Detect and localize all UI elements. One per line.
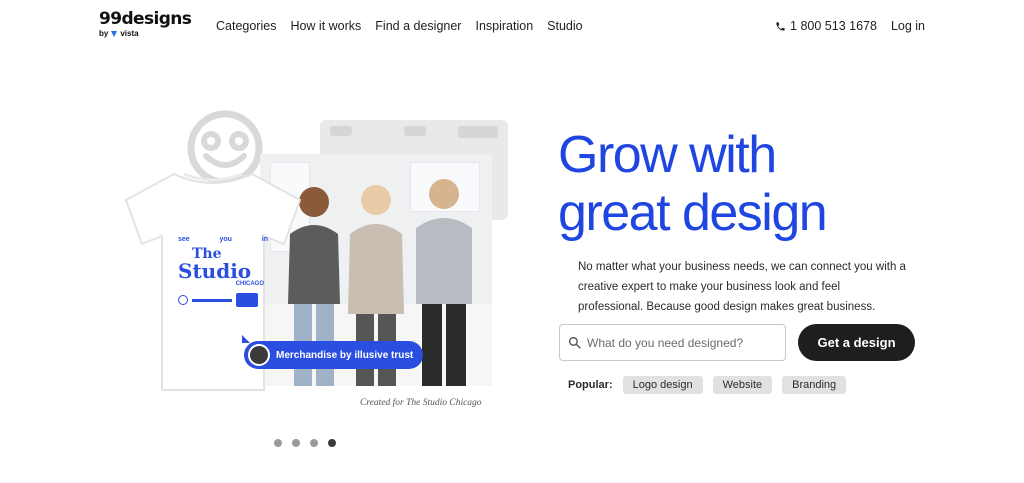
chip-pointer [242,335,250,343]
camera-icon [236,293,258,307]
tshirt-word-in: in [261,236,268,243]
tshirt-word-see: see [178,236,190,243]
avatar [248,344,270,366]
tshirt-print: see you in The Studio CHICAGO [178,236,268,307]
tshirt-studio: Studio [178,259,252,283]
logo[interactable]: 99designs by vista [99,9,192,38]
tag-website[interactable]: Website [712,376,773,394]
carousel-dot-active[interactable] [328,439,336,447]
nav-inspiration[interactable]: Inspiration [475,19,533,33]
login-link[interactable]: Log in [891,19,925,33]
search-icon [568,336,581,349]
image-caption: Created for The Studio Chicago [360,398,482,408]
phone-link[interactable]: 1 800 513 1678 [775,19,877,33]
phone-icon [775,21,786,32]
tag-branding[interactable]: Branding [782,376,847,394]
headline-line-2: great design [558,184,828,242]
carousel-dot[interactable] [274,439,282,447]
search-input[interactable] [587,335,777,350]
carousel-dot[interactable] [292,439,300,447]
nav-studio[interactable]: Studio [547,19,582,33]
hero-image: see you in The Studio CHICAGO Merchandis… [120,108,520,428]
popular-label: Popular: [568,379,613,391]
logo-byline: by vista [99,29,191,38]
nav-categories[interactable]: Categories [216,19,276,33]
logo-wordmark: 99designs [99,9,192,29]
nav-how-it-works[interactable]: How it works [290,19,361,33]
hero-subtext: No matter what your business needs, we c… [578,261,906,313]
camera-knob [330,126,352,136]
globe-icon [178,295,188,305]
camera-knob [458,126,498,138]
site-header: 99designs by vista Categories How it wor… [0,0,1024,54]
logo-by-text: by [99,29,109,38]
hero-headline: Grow with great design [558,126,938,242]
designer-chip[interactable]: Merchandise by illusive trust [242,335,424,369]
tshirt-tagline: see you in [178,236,268,243]
tshirt-details [178,293,268,307]
camera-knob [404,126,426,136]
search-box[interactable] [559,324,786,361]
main-nav: Categories How it works Find a designer … [216,19,597,33]
tshirt-line [192,298,232,302]
tshirt-word-you: you [219,236,232,243]
phone-number: 1 800 513 1678 [790,19,877,33]
headline-line-1: Grow with [558,126,777,184]
popular-tags: Popular: Logo design Website Branding [568,376,856,394]
carousel-dot[interactable] [310,439,318,447]
nav-find-a-designer[interactable]: Find a designer [375,19,461,33]
logo-vista-text: vista [120,29,139,38]
tag-logo-design[interactable]: Logo design [622,376,703,394]
chip-label: Merchandise by illusive trust [276,349,414,361]
get-a-design-button[interactable]: Get a design [798,324,915,361]
vista-icon [111,30,118,37]
header-right: 1 800 513 1678 Log in [775,19,925,33]
carousel-dots [274,439,336,447]
